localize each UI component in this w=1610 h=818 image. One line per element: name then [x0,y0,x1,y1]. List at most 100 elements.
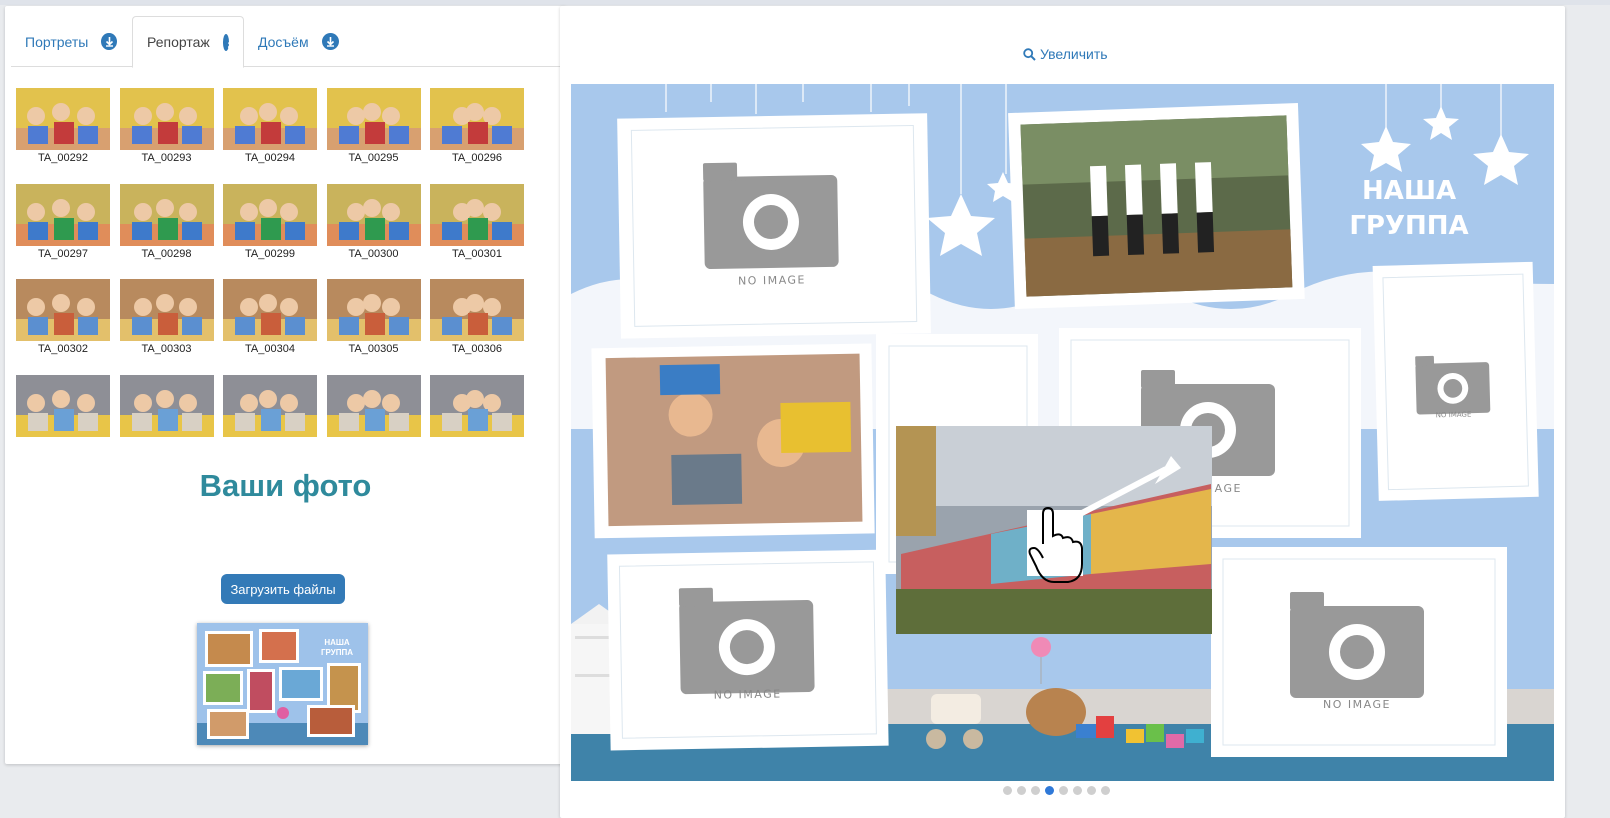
pagination-dot[interactable] [1017,786,1026,795]
photo-slot-empty: NO IMAGE [1372,261,1539,501]
tab-extra-shoot[interactable]: Досъём [244,16,354,67]
gallery-thumbnail[interactable]: TA_00300 [326,183,421,280]
download-icon[interactable] [321,33,339,50]
thumbnail-image[interactable] [326,183,421,246]
gallery-thumbnail[interactable] [119,374,214,445]
thumbnail-image[interactable] [16,183,110,246]
photo-gallery[interactable]: TA_00292 TA_00293 TA_00294 TA_00295 TA_0… [16,84,546,444]
layout-preview-thumbnail[interactable]: НАША ГРУППА [197,623,368,745]
svg-text:NO IMAGE: NO IMAGE [714,687,782,701]
thumbnail-image[interactable] [16,279,110,341]
thumbnail-label: TA_00302 [38,343,88,355]
pagination-dot[interactable] [1031,786,1040,795]
zoom-label: Увеличить [1040,46,1108,62]
gallery-thumbnail[interactable]: TA_00301 [430,183,524,280]
thumbnail-image[interactable] [16,374,110,437]
photo-slot-empty: NO IMAGE [607,549,889,751]
gallery-thumbnail[interactable]: TA_00294 [223,88,317,184]
thumbnail-image[interactable] [223,374,317,437]
gallery-thumbnail[interactable]: TA_00305 [326,279,421,375]
gallery-thumbnail[interactable]: TA_00298 [119,183,214,280]
upload-files-button[interactable]: Загрузить файлы [221,574,345,604]
download-icon[interactable] [222,33,235,51]
thumbnail-label: TA_00306 [452,343,502,355]
thumbnail-label: TA_00299 [245,247,295,260]
dragging-photo[interactable] [896,426,1212,634]
thumbnail-image[interactable] [430,374,524,437]
your-photos-heading: Ваши фото [199,468,372,503]
thumbnail-label: TA_00295 [348,152,399,164]
gallery-thumbnail[interactable]: TA_00304 [223,279,317,375]
layout-title-line2: ГРУППА [1349,211,1468,241]
pagination-dot[interactable] [1003,786,1012,795]
photo-slot-empty: NO IMAGE [1211,547,1507,757]
category-tabs: Портреты Репортаж Досъём [11,16,560,68]
gallery-thumbnail[interactable] [430,374,524,445]
thumbnail-label: TA_00294 [245,152,295,164]
pagination-dot[interactable] [1045,786,1054,795]
search-icon [1023,47,1036,61]
tab-label: Портреты [25,33,89,50]
thumbnail-label: TA_00305 [348,343,399,355]
thumbnail-image[interactable] [326,279,421,341]
thumbnail-label: TA_00300 [348,247,399,260]
tab-reportage[interactable]: Репортаж [132,16,244,68]
gallery-thumbnail[interactable]: TA_00302 [16,279,110,375]
thumbnail-image[interactable] [430,183,524,246]
thumbnail-label: TA_00292 [38,152,88,164]
gallery-thumbnail[interactable]: TA_00306 [430,279,524,375]
thumbnail-image[interactable] [119,88,214,150]
thumbnail-label: TA_00298 [141,247,192,260]
svg-text:ГРУППА: ГРУППА [321,648,353,657]
photo-slot-empty: NO IMAGE [617,113,931,339]
thumbnail-image[interactable] [119,279,214,341]
photo-library-panel: Портреты Репортаж Досъём TA_00292 TA_002… [5,6,566,764]
gallery-thumbnail[interactable] [223,374,317,445]
thumbnail-image[interactable] [430,279,524,341]
thumbnail-label: TA_00296 [452,152,502,164]
thumbnail-image[interactable] [119,183,214,246]
gallery-thumbnail[interactable] [16,374,110,445]
layout-editor-panel: Увеличить НАША ГРУППА NO IMAGE NO IMAGE … [560,6,1565,818]
pagination-dot[interactable] [1101,786,1110,795]
svg-text:NO IMAGE: NO IMAGE [738,273,806,287]
layout-title-line1: НАША [1362,176,1456,206]
gallery-thumbnail[interactable]: TA_00299 [223,183,317,280]
thumbnail-label: TA_00293 [141,152,192,164]
top-strip [0,0,1610,5]
layout-canvas[interactable]: НАША ГРУППА NO IMAGE NO IMAGE IMAGE NO I… [571,84,1554,781]
thumbnail-label: TA_00303 [141,343,192,355]
photo-slot-filled [1008,102,1305,309]
zoom-link[interactable]: Увеличить [1023,46,1108,62]
photo-slot-filled [591,343,875,539]
thumbnail-image[interactable] [119,374,214,437]
pagination-dot[interactable] [1073,786,1082,795]
download-icon[interactable] [101,33,117,50]
tab-label: Репортаж [147,34,210,50]
svg-text:NO IMAGE: NO IMAGE [1323,698,1391,711]
thumbnail-image[interactable] [326,374,421,437]
gallery-thumbnail[interactable]: TA_00293 [119,88,214,184]
gallery-thumbnail[interactable]: TA_00295 [326,88,421,184]
gallery-thumbnail[interactable]: TA_00303 [119,279,214,375]
thumbnail-image[interactable] [223,279,317,341]
gallery-thumbnail[interactable] [326,374,421,445]
thumbnail-image[interactable] [223,183,317,246]
gallery-thumbnail[interactable]: TA_00292 [16,88,110,184]
thumbnail-image[interactable] [16,88,110,150]
svg-text:NO IMAGE: NO IMAGE [1436,410,1472,419]
gallery-thumbnail[interactable]: TA_00297 [16,183,110,280]
thumbnail-label: TA_00301 [452,247,502,260]
pagination-dot[interactable] [1059,786,1068,795]
thumbnail-label: TA_00304 [245,343,295,355]
thumbnail-image[interactable] [326,88,421,150]
thumbnail-image[interactable] [430,88,524,150]
thumbnail-label: TA_00297 [38,247,88,260]
page-pagination [1003,786,1110,795]
pagination-dot[interactable] [1087,786,1096,795]
svg-text:НАША: НАША [324,638,350,647]
gallery-thumbnail[interactable]: TA_00296 [430,88,524,184]
tab-portraits[interactable]: Портреты [11,16,131,67]
thumbnail-image[interactable] [223,88,317,150]
tab-label: Досъём [258,33,309,50]
